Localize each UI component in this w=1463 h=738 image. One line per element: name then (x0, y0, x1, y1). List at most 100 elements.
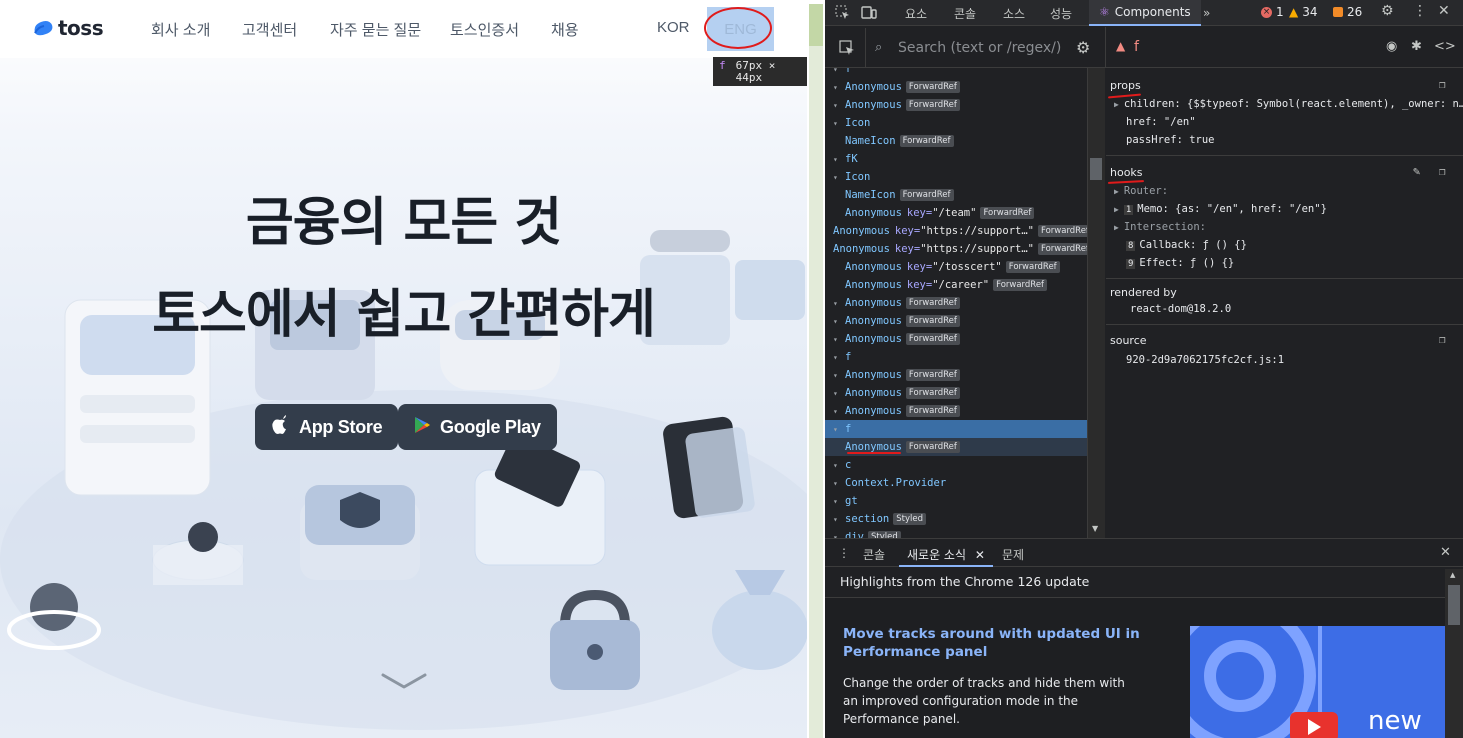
error-count-badge[interactable]: × 1 (1261, 5, 1284, 19)
tree-row[interactable]: ▾ Anonymous ForwardRef (825, 78, 1087, 96)
nav-faq[interactable]: 자주 묻는 질문 (330, 19, 421, 40)
drawer-tab-console[interactable]: 콘솔 (863, 546, 885, 563)
more-options-icon[interactable]: ⋮ (1413, 3, 1427, 19)
nav-career[interactable]: 채용 (551, 19, 579, 40)
source-value[interactable]: 920-2d9a7062175fc2cf.js:1 (1126, 354, 1284, 366)
page-scrollbar-track[interactable] (809, 46, 823, 738)
prop-href[interactable]: href: "/en" (1126, 116, 1196, 128)
hook-memo[interactable]: ▶ 1 Memo: {as: "/en", href: "/en"} (1114, 203, 1327, 215)
tree-expand-arrow-icon[interactable]: ▾ (833, 389, 845, 398)
scroll-up-arrow-icon[interactable]: ▲ (1450, 571, 1455, 579)
tree-expand-arrow-icon[interactable]: ▾ (833, 317, 845, 326)
tab-components[interactable]: ⚛ Components (1089, 0, 1201, 26)
tree-row[interactable]: ▾ Icon (825, 168, 1087, 186)
tree-row[interactable]: ▾ gt (825, 492, 1087, 510)
tree-expand-arrow-icon[interactable]: ▾ (833, 101, 845, 110)
tree-row[interactable]: ▾ Anonymous ForwardRef (825, 366, 1087, 384)
tree-expand-arrow-icon[interactable]: ▾ (833, 407, 845, 416)
nav-company[interactable]: 회사 소개 (151, 19, 210, 40)
tree-row[interactable]: ▾ Anonymous ForwardRef (825, 402, 1087, 420)
tree-row[interactable]: ▾ Anonymous ForwardRef (825, 312, 1087, 330)
component-settings-gear-icon[interactable]: ⚙ (1076, 38, 1090, 57)
tree-expand-arrow-icon[interactable]: ▾ (833, 155, 845, 164)
tree-expand-arrow-icon[interactable]: ▾ (833, 83, 845, 92)
page-scrollbar-thumb[interactable] (809, 4, 823, 46)
tree-row[interactable]: ▾ Anonymous ForwardRef (825, 330, 1087, 348)
tree-expand-arrow-icon[interactable]: ▾ (833, 461, 845, 470)
tab-elements[interactable]: 요소 (905, 0, 927, 26)
select-component-icon[interactable] (839, 40, 855, 59)
rendered-by-value[interactable]: react-dom@18.2.0 (1130, 303, 1231, 315)
drawer-more-icon[interactable]: ⋮ (838, 546, 850, 560)
copy-source-icon[interactable]: ❐ (1439, 333, 1446, 346)
tree-row[interactable]: ▾ fK (825, 150, 1087, 168)
tree-row[interactable]: NameIcon ForwardRef (825, 186, 1087, 204)
tab-performance[interactable]: 성능 (1050, 0, 1072, 26)
tree-expand-arrow-icon[interactable]: ▾ (833, 515, 845, 524)
hook-effect[interactable]: 9 Effect: ƒ () {} (1126, 257, 1234, 269)
tree-row[interactable]: ▾ section Styled (825, 510, 1087, 528)
tree-expand-arrow-icon[interactable]: ▾ (833, 497, 845, 506)
component-search-input[interactable]: Search (text or /regex/) (898, 40, 1061, 56)
debug-bug-icon[interactable]: ✱ (1411, 39, 1422, 54)
app-store-button[interactable]: App Store (255, 404, 399, 450)
device-toolbar-icon[interactable] (861, 5, 877, 23)
component-tree-scrollbar[interactable]: ▼ (1088, 68, 1105, 538)
tree-row[interactable]: Anonymous key= "https://support…" ForwardRe… (825, 222, 1087, 240)
tree-row[interactable]: Anonymous key= "/team" ForwardRef (825, 204, 1087, 222)
tree-expand-arrow-icon[interactable]: ▾ (833, 371, 845, 380)
nav-tosscert[interactable]: 토스인증서 (450, 19, 519, 40)
copy-hooks-icon[interactable]: ❐ (1439, 165, 1446, 178)
nav-support[interactable]: 고객센터 (242, 19, 297, 40)
tree-row[interactable]: ▾ f (825, 420, 1087, 438)
tree-expand-arrow-icon[interactable]: ▾ (833, 299, 845, 308)
article-title-link[interactable]: Move tracks around with updated UI in Pe… (843, 625, 1163, 661)
tree-row[interactable]: ▾ Context.Provider (825, 474, 1087, 492)
issues-count-badge[interactable]: 26 (1333, 5, 1362, 19)
hook-intersection[interactable]: ▶ Intersection: (1114, 221, 1206, 233)
tree-row[interactable]: Anonymous key= "/career" ForwardRef (825, 276, 1087, 294)
tree-expand-arrow-icon[interactable]: ▾ (833, 335, 845, 344)
tab-sources[interactable]: 소스 (1003, 0, 1025, 26)
google-play-button[interactable]: Google Play (398, 404, 557, 450)
tree-expand-arrow-icon[interactable]: ▾ (833, 119, 845, 128)
drawer-scrollbar-thumb[interactable] (1448, 585, 1460, 625)
drawer-tab-issues[interactable]: 문제 (1002, 546, 1024, 563)
inspect-dom-eye-icon[interactable]: ◉ (1386, 39, 1397, 54)
warning-count-badge[interactable]: ▲ 34 (1289, 5, 1318, 19)
tree-expand-arrow-icon[interactable]: ▾ (833, 425, 845, 434)
close-tab-icon[interactable]: ✕ (975, 548, 985, 562)
tree-row[interactable]: NameIcon ForwardRef (825, 132, 1087, 150)
drawer-scrollbar[interactable]: ▲ (1445, 569, 1463, 738)
prop-passhref[interactable]: passHref: true (1126, 134, 1215, 146)
view-source-code-icon[interactable]: <> (1434, 39, 1456, 54)
tree-expand-arrow-icon[interactable]: ▾ (833, 173, 845, 182)
tree-row[interactable]: ▾ Anonymous ForwardRef (825, 294, 1087, 312)
tree-row[interactable]: ▾ f (825, 68, 1087, 78)
close-devtools-icon[interactable]: ✕ (1438, 3, 1450, 19)
article-thumbnail[interactable]: new (1190, 626, 1447, 738)
parse-hook-names-wand-icon[interactable]: ✎ (1413, 164, 1420, 178)
tree-row[interactable]: ▾ f (825, 348, 1087, 366)
page-scrollbar[interactable] (807, 0, 825, 738)
tab-console[interactable]: 콘솔 (954, 0, 976, 26)
tree-row[interactable]: ▾ c (825, 456, 1087, 474)
copy-props-icon[interactable]: ❐ (1439, 78, 1446, 91)
component-tree-scrollbar-thumb[interactable] (1090, 158, 1102, 180)
scroll-down-chevron-icon[interactable] (381, 672, 427, 690)
settings-gear-icon[interactable]: ⚙ (1381, 3, 1394, 19)
drawer-tab-whats-new[interactable]: 새로운 소식 ✕ (899, 539, 993, 567)
lang-kor-link[interactable]: KOR (657, 19, 690, 36)
tree-expand-arrow-icon[interactable]: ▾ (833, 479, 845, 488)
tree-row[interactable]: ▾ div Styled (825, 528, 1087, 538)
tree-expand-arrow-icon[interactable]: ▾ (833, 353, 845, 362)
prop-children[interactable]: ▶ children: {$$typeof: Symbol(react.eleme… (1114, 98, 1463, 110)
scroll-down-arrow-icon[interactable]: ▼ (1092, 524, 1098, 533)
hook-router[interactable]: ▶ Router: (1114, 185, 1168, 197)
tree-row[interactable]: ▾ Icon (825, 114, 1087, 132)
hook-callback[interactable]: 8 Callback: ƒ () {} (1126, 239, 1247, 251)
tree-expand-arrow-icon[interactable]: ▾ (833, 68, 845, 74)
tree-row[interactable]: Anonymous key= "/tosscert" ForwardRef (825, 258, 1087, 276)
tree-row[interactable]: ▾ Anonymous ForwardRef (825, 96, 1087, 114)
tree-row[interactable]: Anonymous key= "https://support…" ForwardRe… (825, 240, 1087, 258)
